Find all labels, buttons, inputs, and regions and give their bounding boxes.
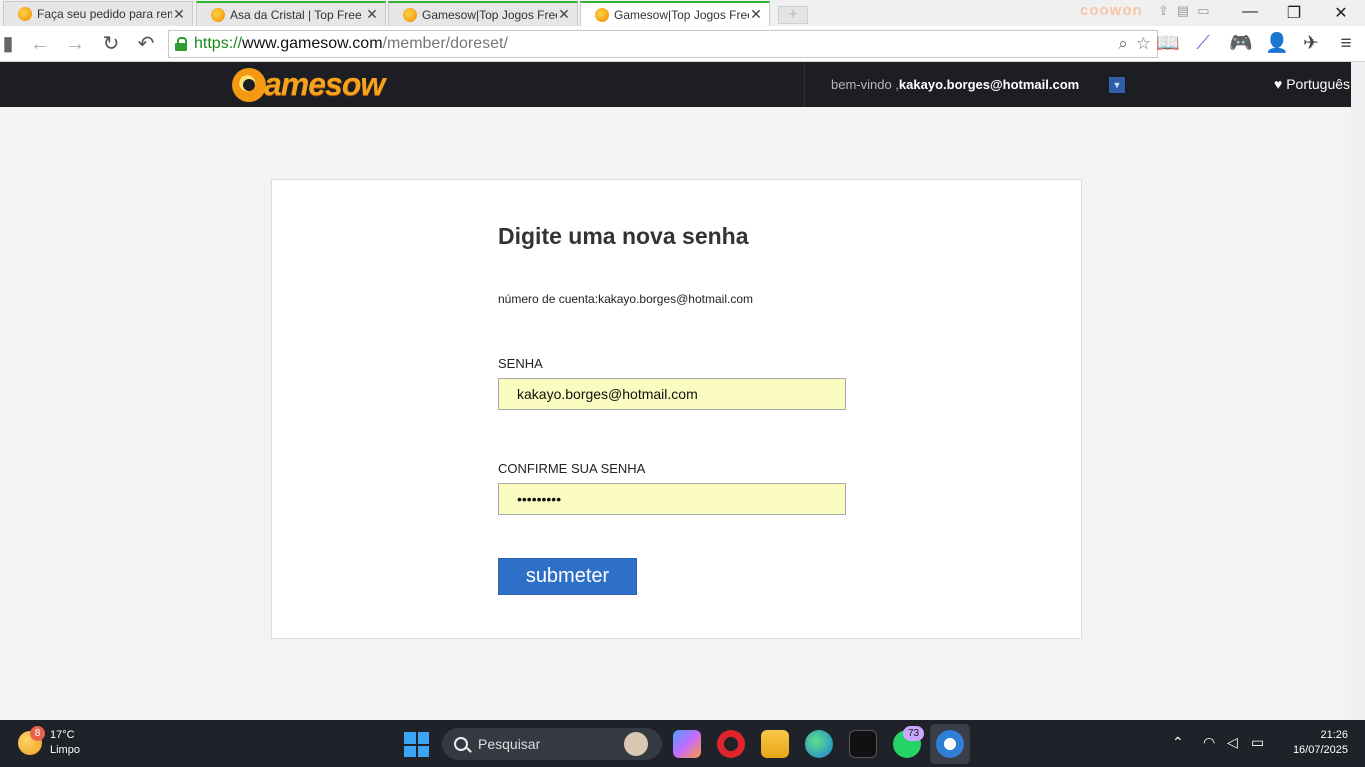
browser-tab[interactable]: Asa da Cristal | Top Free G ✕ [196,1,386,26]
language-selector[interactable]: ♥ Português [1274,76,1350,92]
close-tab-icon[interactable]: ✕ [557,6,571,23]
gamesow-favicon-icon [403,7,417,22]
logo-text: amesow [264,66,385,102]
browser-toolbar: ▮ ← → ↻ ↶ https://www.gamesow.com/member… [0,26,1365,62]
coowon-browser-icon[interactable] [936,730,964,758]
tab-title: Gamesow|Top Jogos Free [422,7,557,22]
welcome-message: bem-vindo ,kakayo.borges@hotmail.com [831,77,1079,92]
tab-title: Gamesow|Top Jogos Free [614,7,749,22]
tab-title: Faça seu pedido para rem [37,7,172,21]
wifi-icon[interactable]: ◠ [1203,734,1215,751]
address-bar-icons: ⌕ ☆ [1118,34,1151,54]
browser-top-icons: ⇪ ▤ ▭ [1158,3,1210,19]
password-field[interactable] [498,378,846,410]
browser-brand: coowon [1080,2,1143,19]
gamepad-icon[interactable]: 🎮 [1229,32,1253,56]
restore-icon[interactable]: ❐ [1279,3,1309,23]
minimize-icon[interactable]: — [1235,3,1265,21]
add-user-icon[interactable]: 👤 [1265,32,1289,56]
search-icon [454,737,468,751]
close-window-icon[interactable]: ✕ [1326,3,1356,23]
gamesow-favicon-icon [18,7,32,21]
account-number-text: número de cuenta:kakayo.borges@hotmail.c… [498,292,753,306]
forward-icon[interactable]: → [62,32,88,56]
volume-icon[interactable]: ◁ [1227,734,1238,751]
browser-tab[interactable]: Faça seu pedido para rem ✕ [3,1,193,26]
star-icon[interactable]: ☆ [1136,34,1151,54]
battery-icon[interactable]: ▭ [1251,734,1264,751]
new-tab-button[interactable]: + [778,6,808,24]
lock-icon [175,37,187,51]
windows-start-icon[interactable] [404,732,429,757]
reset-password-card: Digite uma nova senha número de cuenta:k… [271,179,1082,639]
clock-time: 21:26 [1320,729,1348,741]
browser-tab-active[interactable]: Gamesow|Top Jogos Free ✕ [580,1,770,26]
submit-button[interactable]: submeter [498,558,637,595]
tab-title: Asa da Cristal | Top Free G [230,7,365,22]
gamesow-favicon-icon [595,7,609,22]
menu-icon[interactable]: ≡ [1334,32,1358,56]
logo-g-icon [232,67,266,102]
page-scrollbar[interactable] [1351,62,1365,720]
gamesow-logo[interactable]: amesow [232,62,385,107]
back-icon[interactable]: ← [27,32,53,56]
weather-badge: 8 [30,726,45,741]
welcome-label: bem-vindo , [831,77,899,92]
opera-icon[interactable] [717,730,745,758]
url-host: www.gamesow.com [242,35,383,52]
window-icon[interactable]: ▭ [1197,3,1209,19]
search-highlight-icon [624,732,648,756]
copilot-icon[interactable] [673,730,701,758]
temperature: 17°C [50,729,75,741]
chevron-up-icon[interactable]: ⌃ [1172,734,1184,751]
game-launcher-icon[interactable] [849,730,877,758]
taskbar-search[interactable]: Pesquisar [442,728,662,760]
confirm-password-field[interactable] [498,483,846,515]
sidebar-handle-icon[interactable]: ▮ [0,32,16,56]
site-header: amesow bem-vindo ,kakayo.borges@hotmail.… [0,62,1351,107]
weather-condition: Limpo [50,744,80,756]
clock-date: 16/07/2025 [1292,744,1348,756]
weather-text: 17°C Limpo [50,728,80,758]
undo-icon[interactable]: ↶ [133,32,159,56]
confirm-password-label: CONFIRME SUA SENHA [498,461,646,476]
satellite-icon[interactable]: ✈ [1299,32,1323,56]
cloud-icon[interactable]: ⇪ [1158,3,1169,19]
system-clock[interactable]: 21:26 16/07/2025 [1280,728,1348,758]
close-tab-icon[interactable]: ✕ [365,6,379,23]
account-email[interactable]: kakayo.borges@hotmail.com [899,77,1079,92]
browser-tab-strip: Faça seu pedido para rem ✕ Asa da Crista… [0,0,1365,26]
feather-icon[interactable]: ⟋ [1191,32,1215,56]
close-tab-icon[interactable]: ✕ [172,6,186,23]
chevron-down-icon[interactable]: ▼ [1109,77,1125,93]
close-tab-icon[interactable]: ✕ [749,6,763,23]
gamesow-favicon-icon [211,7,225,22]
edge-icon[interactable] [805,730,833,758]
page-title: Digite uma nova senha [498,223,749,249]
url-path: /member/doreset/ [382,35,508,52]
url-scheme: https:// [194,35,243,52]
browser-tab[interactable]: Gamesow|Top Jogos Free ✕ [388,1,578,26]
reload-icon[interactable]: ↻ [98,32,124,56]
whatsapp-badge: 73 [903,726,924,741]
header-divider [804,62,805,107]
address-bar[interactable]: https://www.gamesow.com/member/doreset/ … [168,30,1158,58]
search-placeholder: Pesquisar [478,736,541,752]
reader-icon[interactable]: 📖 [1156,32,1180,56]
taskbar: 17°C Limpo 8 Pesquisar 73 ⌃ ◠ ◁ ▭ 21:26 … [0,720,1365,767]
search-icon[interactable]: ⌕ [1118,34,1128,54]
password-label: SENHA [498,356,543,371]
weather-widget[interactable]: 17°C Limpo [18,728,80,758]
save-icon[interactable]: ▤ [1177,3,1189,19]
file-explorer-icon[interactable] [761,730,789,758]
